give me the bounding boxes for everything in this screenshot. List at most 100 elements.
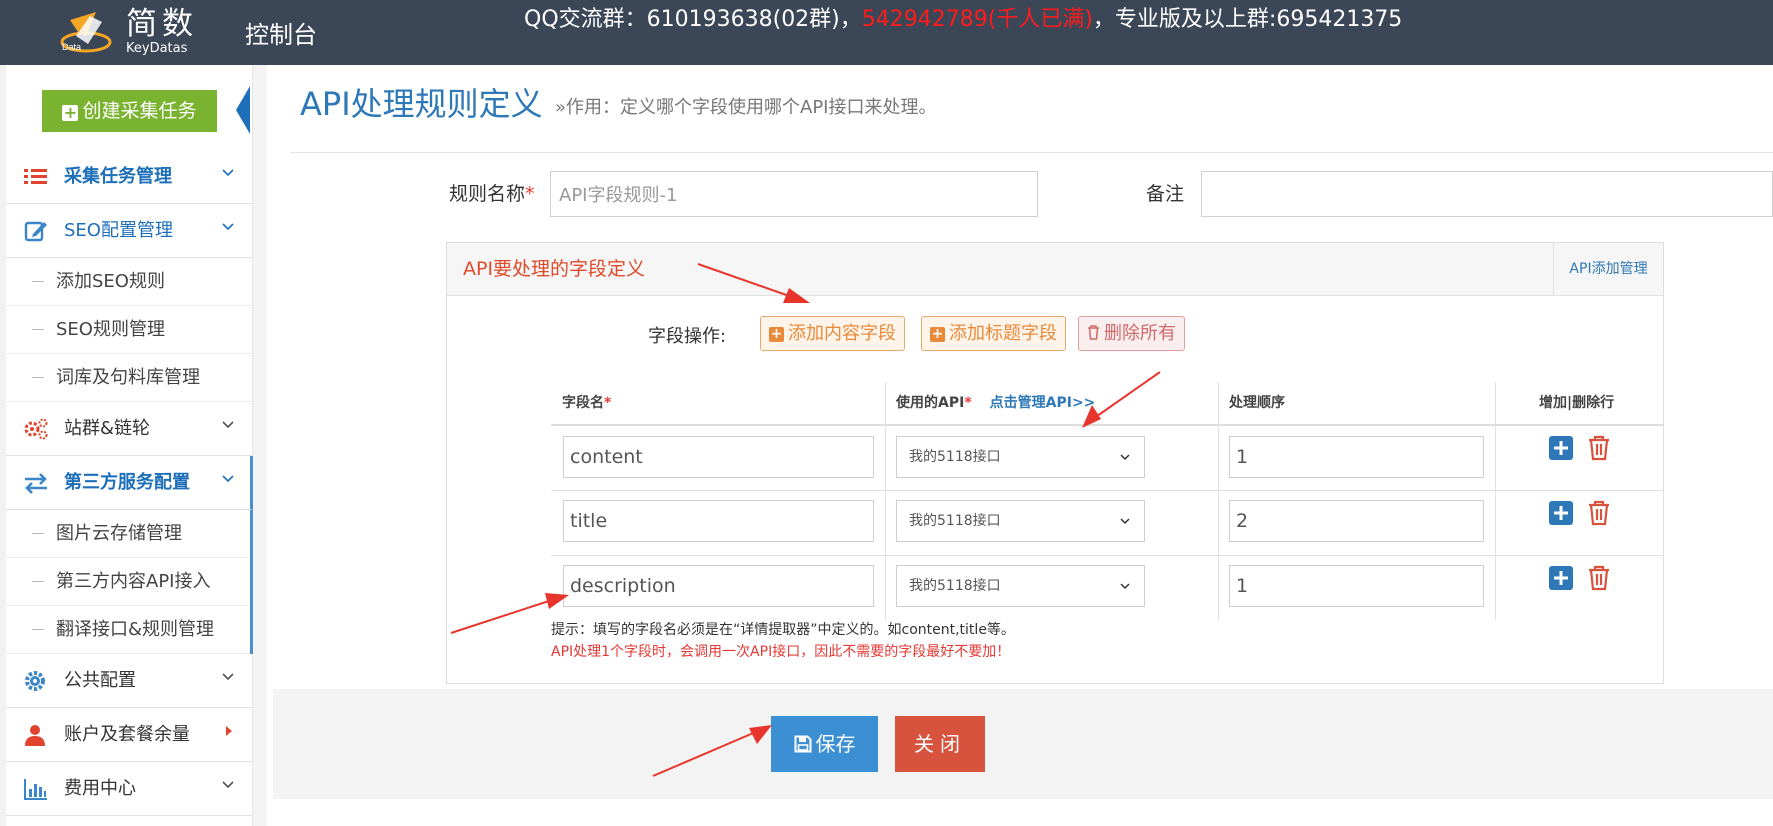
save-button[interactable]: 保存 [771, 716, 878, 772]
field-hint-text: 提示：填写的字段名必须是在“详情提取器”中定义的。如content,title等… [551, 622, 1015, 638]
api-select-value: 我的5118接口 [909, 513, 1001, 529]
delete-all-label: 删除所有 [1104, 323, 1176, 344]
logo[interactable]: Data 简数 KeyDatas [56, 6, 216, 58]
logo-mark-icon: Data [60, 12, 112, 53]
notice-text-full-group: 542942789(千人已满) [861, 7, 1093, 32]
col-header-api: 使用的API* 点击管理API>> [896, 393, 1095, 413]
notice-text-2: ，专业版及以上群:695421375 [1092, 7, 1403, 32]
api-select[interactable]: 我的5118接口 [896, 565, 1145, 607]
form-actions-bar [273, 689, 1773, 799]
remark-input[interactable] [1201, 171, 1773, 217]
add-content-field-label: 添加内容字段 [788, 323, 896, 344]
sidebar-item-account[interactable]: 账户及套餐余量 [6, 708, 253, 762]
chevron-down-icon [1120, 583, 1130, 590]
edit-icon [24, 221, 47, 242]
qq-group-notice: QQ交流群：610193638(02群)，542942789(千人已满)，专业版… [524, 6, 1402, 34]
chevron-down-icon [222, 223, 234, 231]
plus-square-icon: + [769, 326, 784, 342]
notice-text-1: QQ交流群：610193638(02群)， [524, 7, 862, 32]
console-title[interactable]: 控制台 [245, 20, 317, 50]
bar-chart-icon [24, 779, 47, 800]
api-select[interactable]: 我的5118接口 [896, 500, 1145, 542]
table-header-line [551, 424, 1664, 426]
chevron-down-icon [222, 475, 234, 483]
sidebar-item-content-api[interactable]: 第三方内容API接入 [6, 558, 250, 606]
add-row-button[interactable] [1549, 436, 1573, 460]
delete-row-button[interactable] [1587, 500, 1611, 526]
required-mark: * [604, 395, 612, 411]
add-content-field-button[interactable]: + 添加内容字段 [760, 316, 905, 351]
delete-all-button[interactable]: 删除所有 [1078, 316, 1185, 351]
chevron-down-icon [222, 673, 234, 681]
rule-name-label: 规则名称* [449, 182, 535, 206]
gear-icon [25, 671, 45, 691]
page-title: API处理规则定义 [300, 85, 543, 123]
delete-row-button[interactable] [1587, 565, 1611, 591]
field-name-input[interactable] [563, 436, 874, 478]
required-mark: * [964, 395, 972, 411]
caret-right-icon [226, 726, 232, 736]
save-label: 保存 [815, 732, 856, 756]
sidebar-item-translation[interactable]: 翻译接口&规则管理 [6, 606, 250, 654]
add-row-button[interactable] [1549, 566, 1573, 590]
field-name-input[interactable] [563, 500, 874, 542]
sidebar-item-label: 采集任务管理 [64, 166, 172, 187]
list-icon [24, 169, 47, 184]
sidebar-item-label: SEO配置管理 [64, 220, 173, 241]
delete-row-button[interactable] [1587, 435, 1611, 461]
api-select[interactable]: 我的5118接口 [896, 436, 1145, 478]
sidebar-item-add-seo-rule[interactable]: 添加SEO规则 [6, 258, 253, 306]
plus-icon [1554, 506, 1568, 520]
sidebar-divider[interactable] [253, 65, 267, 826]
remark-label: 备注 [1146, 183, 1185, 205]
page-subtitle: »作用：定义哪个字段使用哪个API接口来处理。 [555, 97, 937, 118]
trash-icon [1088, 325, 1099, 340]
chevron-down-icon [1120, 518, 1130, 525]
field-name-input[interactable] [563, 565, 874, 607]
sidebar: + 创建采集任务 采集任务管理 SEO配置管理 添加SEO规则 SEO规则管理 词… [6, 65, 253, 826]
sidebar-item-label: 站群&链轮 [64, 418, 151, 439]
col-header-field-text: 字段名 [562, 395, 604, 411]
sidebar-item-third-party[interactable]: 第三方服务配置 [6, 456, 253, 510]
order-input[interactable] [1229, 500, 1484, 542]
logo-text-cn: 简数 [126, 6, 198, 42]
panel-title: API要处理的字段定义 [463, 258, 646, 280]
sidebar-subitem-label: 第三方内容API接入 [56, 571, 211, 592]
sidebar-subitem-label: 词库及句料库管理 [56, 367, 200, 388]
close-button[interactable]: 关闭 [895, 716, 985, 772]
order-input[interactable] [1229, 436, 1484, 478]
top-bar: Data 简数 KeyDatas 控制台 QQ交流群：610193638(02群… [0, 0, 1773, 65]
sidebar-item-image-cloud[interactable]: 图片云存储管理 [6, 510, 250, 558]
panel-header: API要处理的字段定义 API添加管理 [447, 243, 1663, 296]
required-mark: * [525, 183, 535, 205]
rule-name-input[interactable] [550, 171, 1038, 217]
manage-api-link[interactable]: 点击管理API>> [990, 395, 1096, 411]
sidebar-subitem-label: SEO规则管理 [56, 319, 165, 340]
user-icon [25, 725, 45, 746]
add-row-button[interactable] [1549, 501, 1573, 525]
chevron-down-icon [222, 421, 234, 429]
api-manage-link[interactable]: API添加管理 [1553, 243, 1663, 296]
order-input[interactable] [1229, 565, 1484, 607]
floppy-disk-icon [794, 735, 811, 753]
col-header-order: 处理顺序 [1229, 395, 1285, 411]
add-title-field-button[interactable]: + 添加标题字段 [921, 316, 1066, 351]
sidebar-subitem-label: 添加SEO规则 [56, 271, 165, 292]
sidebar-item-seo-rule-management[interactable]: SEO规则管理 [6, 306, 253, 354]
plus-square-icon: + [930, 326, 945, 342]
sidebar-item-billing[interactable]: 费用中心 [6, 762, 253, 816]
sidebar-item-site-group[interactable]: 站群&链轮 [6, 402, 253, 456]
create-task-button[interactable]: + 创建采集任务 [42, 90, 217, 132]
col-header-field: 字段名* [562, 393, 611, 413]
chevron-down-icon [222, 169, 234, 177]
sidebar-item-label: 账户及套餐余量 [64, 724, 190, 745]
rule-name-label-text: 规则名称 [449, 183, 526, 205]
plus-icon [1554, 441, 1568, 455]
create-task-label: 创建采集任务 [82, 100, 197, 122]
col-header-ops: 增加|删除行 [1539, 395, 1615, 411]
sidebar-item-seo-config[interactable]: SEO配置管理 [6, 204, 253, 258]
sidebar-item-task-management[interactable]: 采集任务管理 [6, 150, 253, 204]
sidebar-item-label: 第三方服务配置 [64, 472, 190, 493]
sidebar-item-public-config[interactable]: 公共配置 [6, 654, 253, 708]
sidebar-item-thesaurus[interactable]: 词库及句料库管理 [6, 354, 253, 402]
